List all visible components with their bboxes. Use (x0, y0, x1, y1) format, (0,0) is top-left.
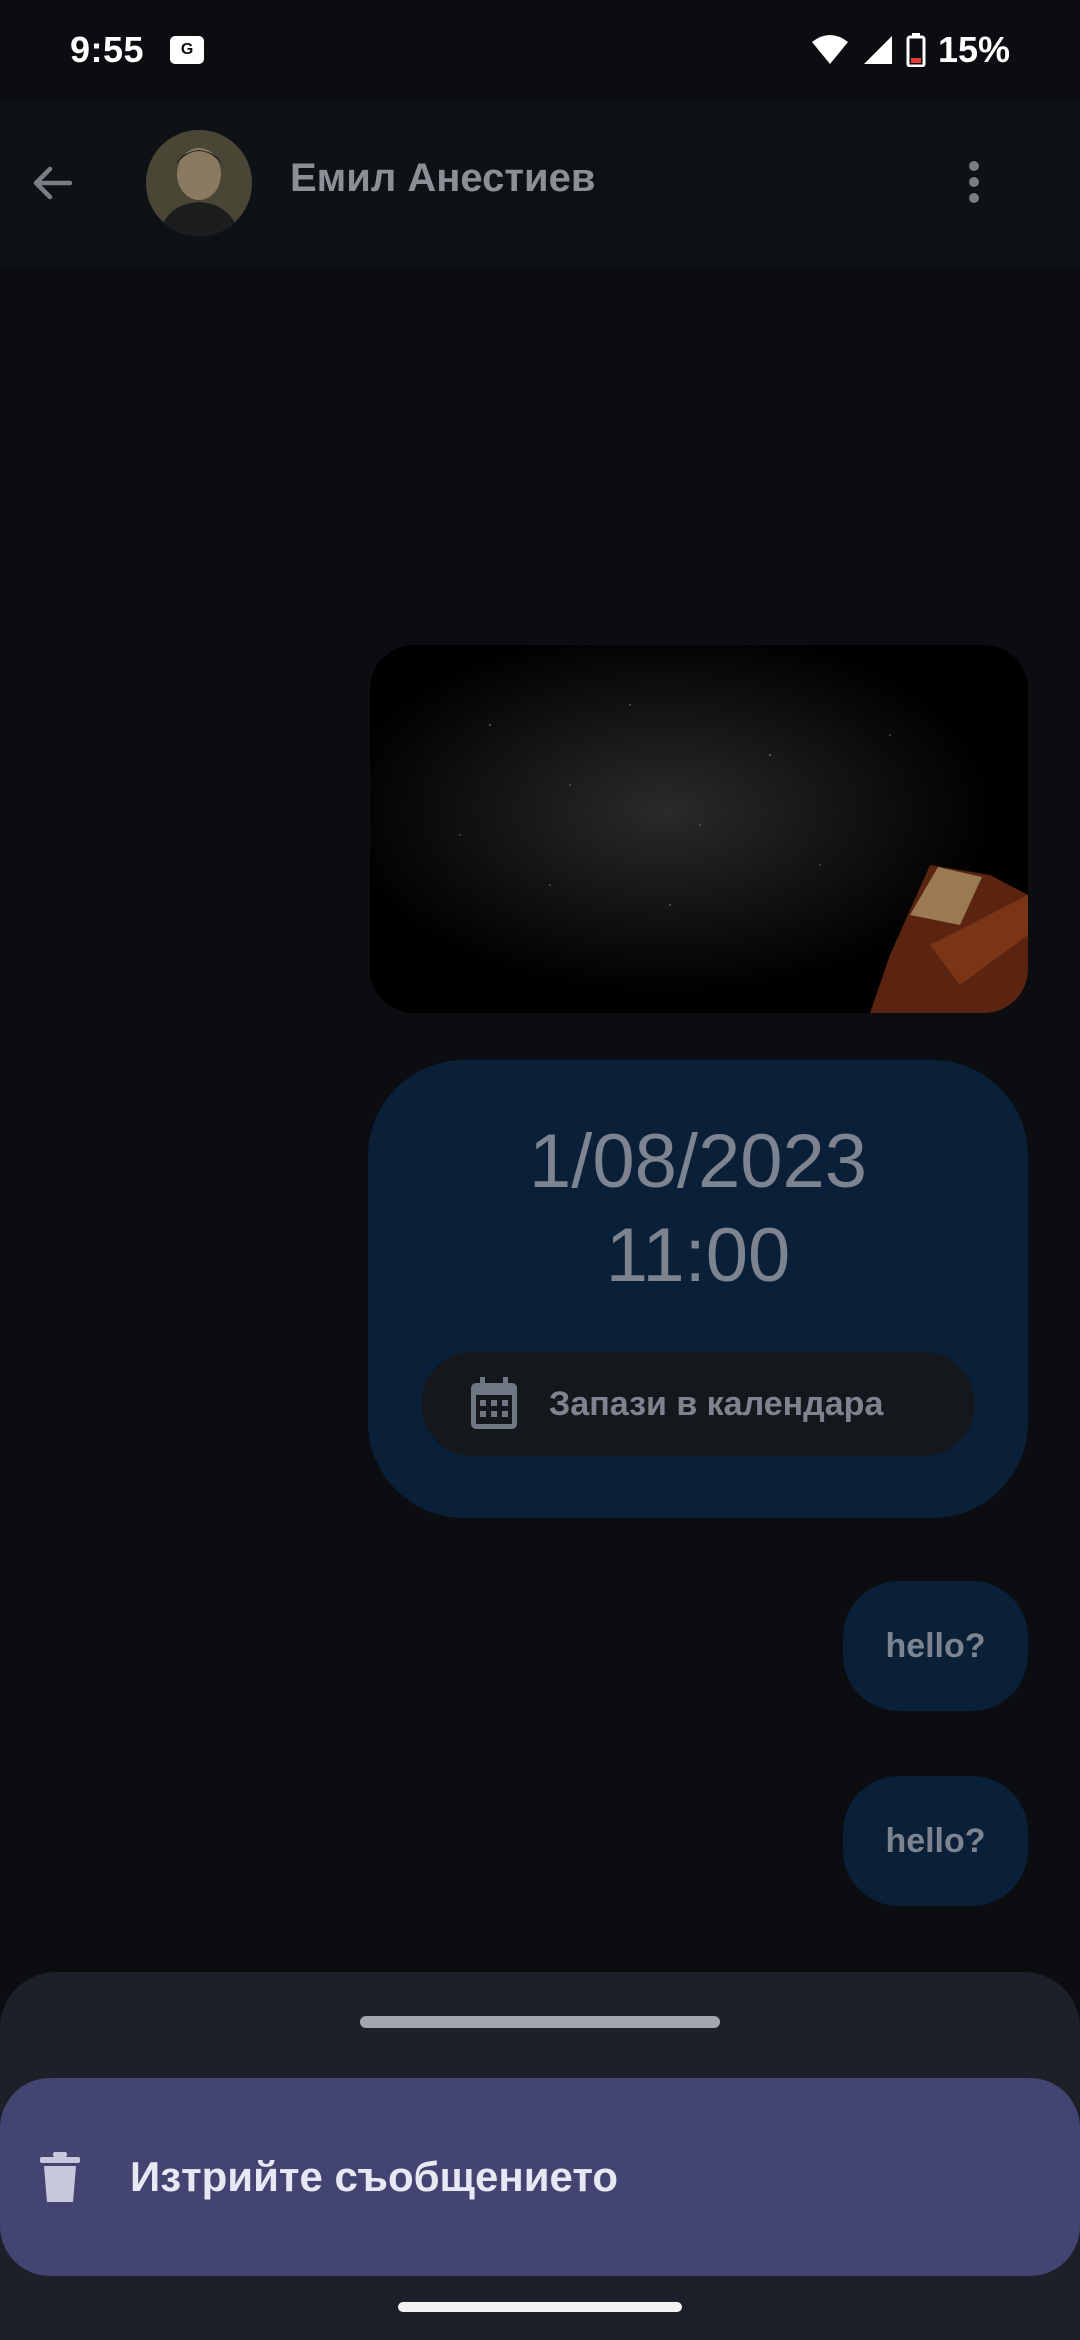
calendar-icon (471, 1377, 517, 1429)
avatar-photo-icon (146, 130, 252, 236)
save-to-calendar-label: Запази в календара (549, 1384, 884, 1423)
text-message[interactable]: hello? (843, 1776, 1028, 1906)
save-to-calendar-button[interactable]: Запази в календара (421, 1352, 975, 1456)
wifi-icon (811, 35, 848, 64)
status-bar: 9:55 G 15% (0, 0, 1080, 100)
status-right: 15% (810, 29, 1010, 71)
signal-icon (863, 36, 892, 64)
message-time: 11:00 (605, 1213, 791, 1298)
gesture-nav-handle[interactable] (398, 2302, 682, 2312)
date-time-message[interactable]: 1/08/2023 11:00 Запази в календара (368, 1060, 1028, 1518)
more-vert-icon (969, 161, 979, 203)
message-date: 1/08/2023 (528, 1119, 868, 1204)
arrow-left-icon (33, 166, 73, 200)
screen: 9:55 G 15% Емил Анестиев 1/08/2023 11:00… (0, 0, 1080, 2340)
trash-icon (40, 2152, 80, 2202)
delete-message-button[interactable]: Изтрийте съобщението (0, 2078, 1080, 2276)
battery-percentage: 15% (937, 29, 1010, 70)
notification-badge-label: G (180, 41, 194, 58)
battery-icon (906, 33, 926, 67)
more-options-button[interactable] (944, 152, 1004, 212)
avatar[interactable] (146, 130, 252, 236)
night-sky-photo (370, 645, 1028, 1013)
delete-message-label: Изтрийте съобщението (130, 2153, 619, 2200)
status-left: 9:55 G (70, 29, 205, 71)
drag-handle[interactable] (360, 2016, 720, 2028)
status-time: 9:55 (70, 29, 145, 70)
text-message[interactable]: hello? (843, 1581, 1028, 1711)
image-message[interactable] (370, 645, 1028, 1013)
contact-name[interactable]: Емил Анестиев (290, 156, 595, 201)
back-button[interactable] (22, 153, 82, 213)
message-actions-sheet: Изтрийте съобщението (0, 1972, 1080, 2340)
conversation-header: Емил Анестиев (0, 100, 1080, 266)
notification-badge-icon: G (170, 36, 205, 64)
